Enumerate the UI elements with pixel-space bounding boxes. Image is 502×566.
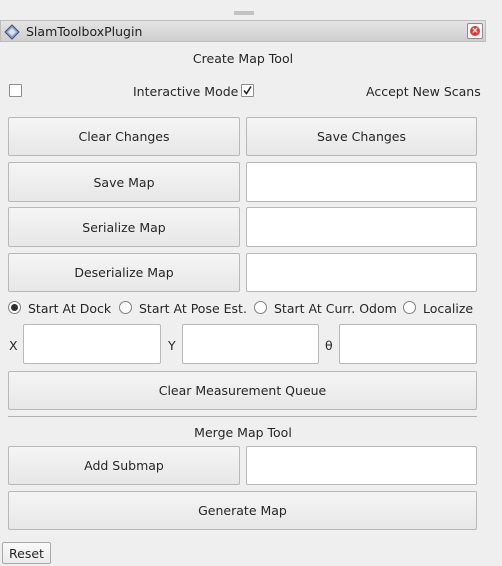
serialize-map-button[interactable]: Serialize Map bbox=[8, 207, 240, 247]
deserialize-map-label: Deserialize Map bbox=[74, 265, 174, 280]
accept-new-scans-checkbox[interactable] bbox=[9, 84, 22, 97]
deserialize-map-name-input[interactable] bbox=[246, 253, 477, 292]
save-map-label: Save Map bbox=[93, 174, 155, 190]
radio-selected-dot bbox=[11, 304, 18, 311]
theta-label: θ bbox=[325, 338, 333, 353]
clear-changes-label: Clear Changes bbox=[78, 129, 170, 144]
interactive-mode-checkbox[interactable] bbox=[241, 84, 254, 97]
start-at-dock-radio[interactable] bbox=[8, 301, 21, 314]
save-map-name-input[interactable] bbox=[246, 162, 477, 202]
generate-map-label: Generate Map bbox=[198, 503, 287, 518]
start-at-dock-label: Start At Dock bbox=[28, 301, 112, 316]
start-at-curr-odom-label: Start At Curr. Odom bbox=[274, 301, 397, 316]
checkmark-icon bbox=[243, 86, 252, 95]
section-divider bbox=[8, 416, 477, 417]
serialize-map-name-input[interactable] bbox=[246, 207, 477, 247]
dock-drag-handle[interactable] bbox=[234, 11, 254, 15]
interactive-mode-label: Interactive Mode bbox=[133, 84, 239, 99]
deserialize-map-button[interactable]: Deserialize Map bbox=[8, 253, 240, 292]
plugin-title-bar: SlamToolboxPlugin × bbox=[0, 20, 486, 42]
save-map-button[interactable]: Save Map bbox=[8, 162, 240, 202]
reset-button[interactable]: Reset bbox=[2, 542, 51, 564]
start-at-pose-est-label: Start At Pose Est. bbox=[139, 301, 247, 316]
close-button[interactable]: × bbox=[467, 23, 483, 39]
submap-name-input[interactable] bbox=[246, 446, 477, 485]
y-input[interactable] bbox=[182, 324, 319, 364]
add-submap-button[interactable]: Add Submap bbox=[8, 446, 240, 485]
x-label: X bbox=[9, 338, 18, 353]
start-at-curr-odom-radio[interactable] bbox=[254, 301, 267, 314]
plugin-title: SlamToolboxPlugin bbox=[26, 24, 143, 39]
reset-label: Reset bbox=[9, 545, 44, 561]
create-map-tool-title: Create Map Tool bbox=[192, 51, 294, 66]
accept-new-scans-label: Accept New Scans bbox=[366, 84, 481, 99]
merge-map-tool-title: Merge Map Tool bbox=[194, 425, 292, 440]
save-changes-button[interactable]: Save Changes bbox=[246, 117, 477, 156]
serialize-map-label: Serialize Map bbox=[82, 219, 166, 235]
add-submap-label: Add Submap bbox=[84, 458, 164, 473]
save-changes-label: Save Changes bbox=[316, 129, 407, 144]
localize-radio[interactable] bbox=[403, 301, 416, 314]
x-input[interactable] bbox=[23, 324, 161, 364]
clear-changes-button[interactable]: Clear Changes bbox=[8, 117, 240, 156]
generate-map-button[interactable]: Generate Map bbox=[8, 491, 477, 530]
theta-input[interactable] bbox=[339, 324, 477, 364]
start-at-pose-est-radio[interactable] bbox=[119, 301, 132, 314]
plugin-diamond-icon bbox=[4, 24, 20, 40]
clear-measurement-queue-button[interactable]: Clear Measurement Queue bbox=[8, 371, 477, 410]
y-label: Y bbox=[168, 338, 176, 353]
close-icon: × bbox=[470, 26, 480, 36]
clear-measurement-queue-label: Clear Measurement Queue bbox=[158, 383, 327, 398]
localize-label: Localize bbox=[423, 301, 474, 316]
